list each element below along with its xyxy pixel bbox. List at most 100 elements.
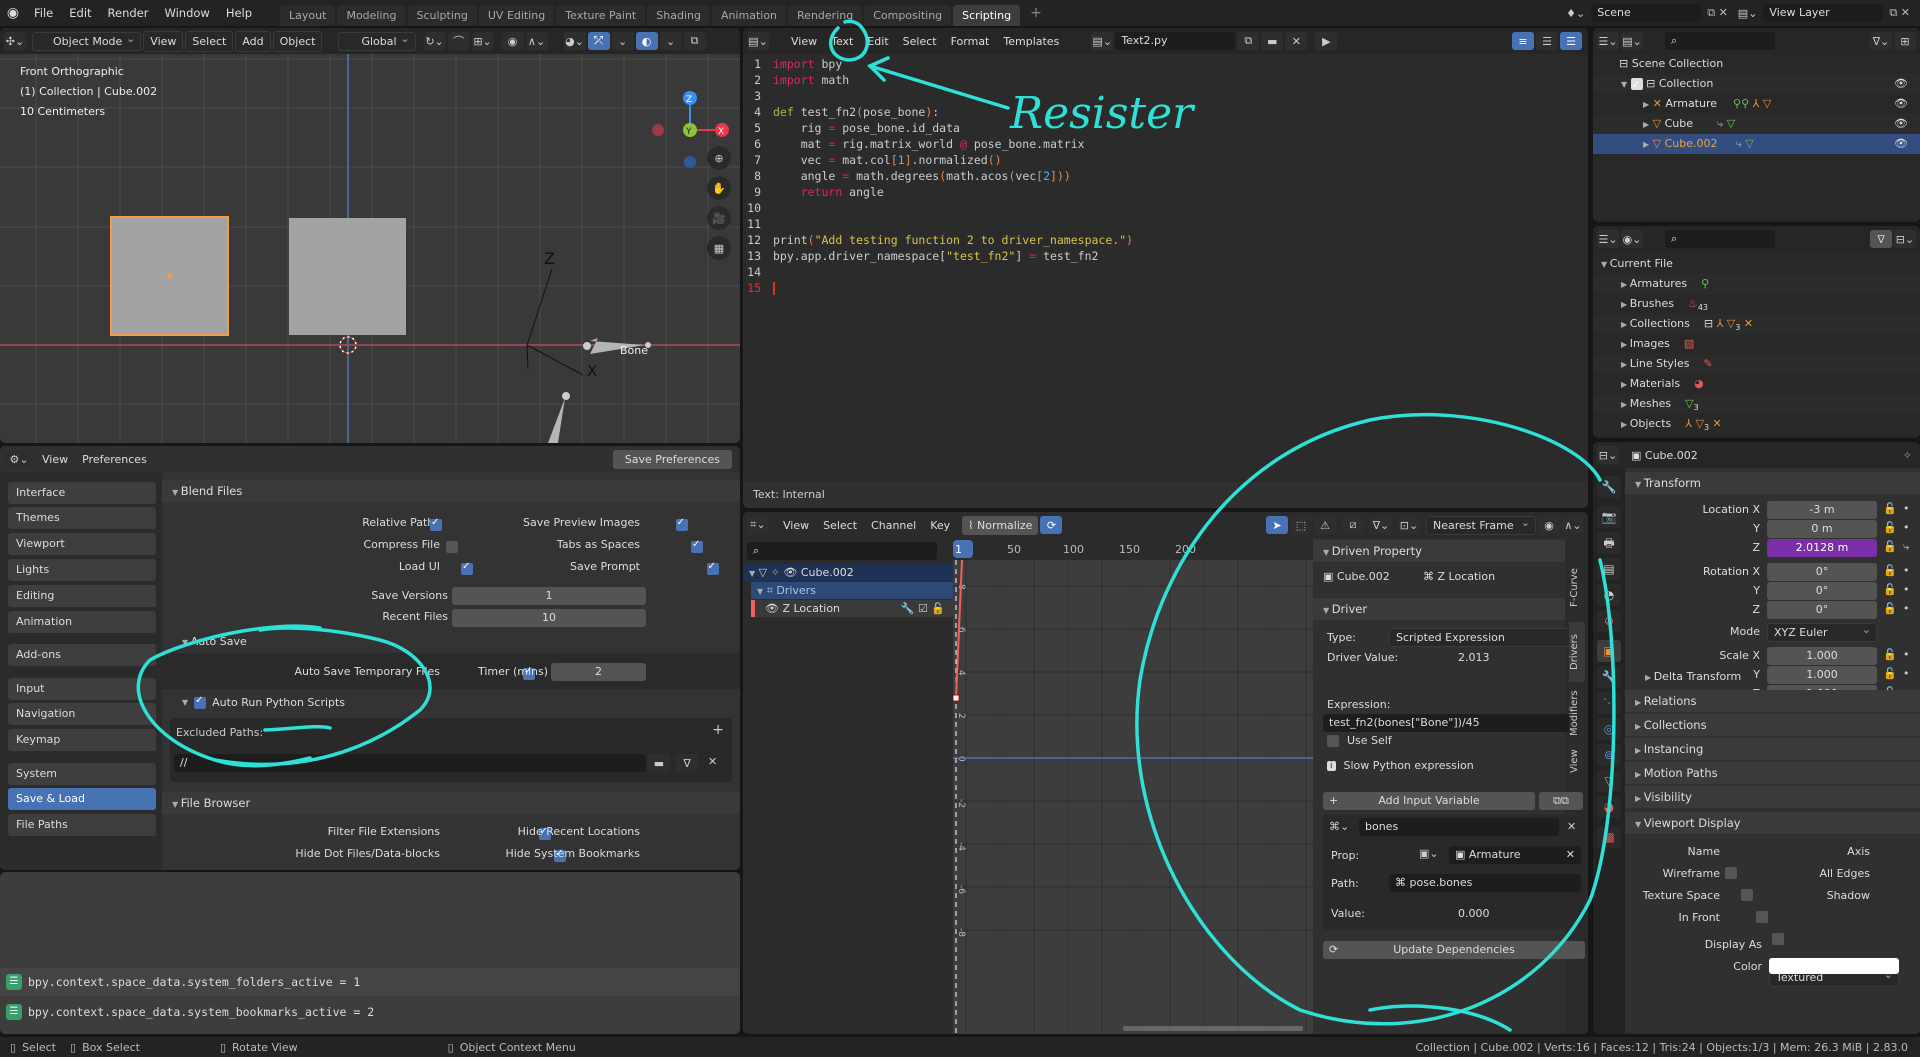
variable-type-icon[interactable]: ⌘⌄ — [1329, 820, 1349, 833]
sidebar-item-viewport[interactable]: Viewport — [8, 533, 156, 555]
keyframe-dot-icon[interactable]: • — [1903, 521, 1910, 534]
sidebar-item-file-paths[interactable]: File Paths — [8, 814, 156, 836]
code-line[interactable]: 13 bpy.app.driver_namespace["test_fn2"] =… — [743, 248, 1588, 264]
display-mode-icon[interactable]: ▤⌄ — [1621, 32, 1643, 50]
channel-fcurve-row[interactable]: 👁 Z Location 🔧 ☑ 🔓 — [751, 600, 953, 617]
auto-run-collapse-icon[interactable]: ▼ — [182, 698, 188, 707]
tab-shading[interactable]: Shading — [647, 5, 710, 26]
rotation-y-field[interactable]: 0° — [1767, 582, 1877, 600]
lock-icon[interactable]: 🔓 — [1883, 521, 1897, 534]
code-line[interactable]: 1 import bpy — [743, 56, 1588, 72]
remove-path-icon[interactable]: ✕ — [708, 755, 717, 768]
overlay-toggle-icon[interactable]: ◐ — [635, 32, 658, 50]
auto-normalize-icon[interactable]: ⟳ — [1040, 516, 1063, 534]
snap-icon[interactable]: ⌒ — [447, 32, 470, 50]
sidebar-item-interface[interactable]: Interface — [8, 482, 156, 504]
panel-motion-paths[interactable]: ▶ Motion Paths — [1625, 762, 1920, 784]
clear-target-icon[interactable]: ✕ — [1566, 846, 1575, 864]
display-mode-icon[interactable]: ◉⌄ — [1621, 230, 1643, 248]
sidebar-item-editing[interactable]: Editing — [8, 585, 156, 607]
blend-search-input[interactable]: ⌕ — [1665, 230, 1775, 248]
blend-item-armatures[interactable]: ▶ Armatures ⚲ — [1593, 274, 1920, 294]
location-x-field[interactable]: -3 m — [1767, 501, 1877, 519]
add-path-button[interactable]: + — [712, 722, 724, 738]
menu-select[interactable]: Select — [185, 30, 234, 52]
blend-item-images[interactable]: ▶ Images ▨ — [1593, 334, 1920, 354]
menu-view[interactable]: View — [36, 450, 74, 469]
lock-icon[interactable]: 🔓 — [1883, 540, 1897, 553]
blend-item-line-styles[interactable]: ▶ Line Styles ✎ — [1593, 354, 1920, 374]
keyframe-dot-icon[interactable]: • — [1903, 602, 1910, 615]
outliner-item-cube-002[interactable]: ▶ ▽ Cube.002 ⤷ ▽ 👁 — [1593, 134, 1920, 154]
line-numbers-toggle-icon[interactable]: ≡ — [1512, 32, 1534, 50]
lock-icon[interactable]: 🔓 — [1883, 648, 1897, 661]
keyframe-dot-icon[interactable]: • — [1903, 583, 1910, 596]
snap-target-icon[interactable]: ⊞⌄ — [471, 32, 494, 50]
code-line[interactable]: 9 return angle — [743, 184, 1588, 200]
scene-tab-icon[interactable]: ◔ — [1597, 584, 1621, 606]
tab-sculpting[interactable]: Sculpting — [407, 5, 477, 26]
output-tab-icon[interactable]: 🖶 — [1597, 532, 1621, 554]
mode-dropdown[interactable]: Object Mode — [32, 31, 142, 51]
sidebar-item-lights[interactable]: Lights — [8, 559, 156, 581]
overlay-dropdown-icon[interactable]: ⌄ — [659, 32, 682, 50]
collection-checkbox[interactable] — [1630, 76, 1643, 96]
filter-icon[interactable]: ∇ — [1870, 230, 1892, 248]
rotation-z-field[interactable]: 0° — [1767, 601, 1877, 619]
code-area[interactable]: 1 import bpy 2 import math 3 4 def test_fn2(po… — [743, 54, 1588, 482]
variable-name-input[interactable]: bones — [1359, 818, 1559, 836]
cube-object[interactable] — [289, 218, 406, 335]
new-view-layer-icon[interactable]: ⧉ ✕ — [1889, 6, 1910, 20]
tab-uv-editing[interactable]: UV Editing — [478, 5, 555, 26]
scene-selector[interactable]: Scene — [1591, 4, 1702, 22]
use-self-checkbox[interactable] — [1327, 734, 1339, 747]
delta-transform-subpanel[interactable]: ▶ Delta Transform — [1645, 670, 1741, 683]
scene-icon[interactable]: ♦⌄ — [1566, 7, 1585, 20]
visibility-icon[interactable]: ◕⌄ — [563, 32, 586, 50]
tabs-as-spaces-checkbox[interactable] — [691, 539, 703, 553]
keyframe-dot-icon[interactable]: • — [1903, 667, 1910, 680]
normalize-toggle[interactable]: ⌇ Normalize — [962, 515, 1039, 535]
path-input[interactable]: ⌘ pose.bones — [1389, 874, 1581, 892]
sidebar-item-animation[interactable]: Animation — [8, 611, 156, 633]
falloff-icon[interactable]: ∧⌄ — [1562, 516, 1584, 534]
menu-view[interactable]: View — [785, 32, 823, 51]
unlink-text-icon[interactable]: ✕ — [1285, 32, 1308, 50]
file-browser-panel-header[interactable]: ▼ File Browser — [162, 792, 740, 814]
side-tab-drivers[interactable]: Drivers — [1569, 622, 1585, 682]
update-dependencies-button[interactable]: ⟳ Update Dependencies — [1323, 941, 1585, 959]
code-line[interactable]: 4 def test_fn2(pose_bone): — [743, 104, 1588, 120]
tab-rendering[interactable]: Rendering — [788, 5, 863, 26]
code-line[interactable]: 15 — [743, 280, 1588, 296]
text-browse-icon[interactable]: ▤⌄ — [1091, 32, 1114, 50]
pivot-icon[interactable]: ⊡⌄ — [1398, 516, 1420, 534]
vd-in-front-checkbox[interactable] — [1771, 933, 1784, 945]
channel-object-row[interactable]: ▼ ▽ ✧ 👁 Cube.002 — [743, 564, 953, 581]
driver-panel-header[interactable]: ▼ Driver — [1313, 598, 1565, 620]
menu-format[interactable]: Format — [945, 32, 996, 51]
scale-x-field[interactable]: 1.000 — [1767, 647, 1877, 665]
menu-object[interactable]: Object — [272, 30, 323, 52]
add-workspace-button[interactable]: + — [1022, 5, 1050, 21]
texture-tab-icon[interactable]: ▩ — [1597, 826, 1621, 848]
keyframe-dot-icon[interactable]: • — [1903, 502, 1910, 515]
panel-instancing[interactable]: ▶ Instancing — [1625, 738, 1920, 760]
settings-gear-icon[interactable]: ⚙⌄ — [4, 450, 34, 468]
auto-view-icon[interactable]: ⧄ — [1342, 516, 1364, 534]
tab-texture-paint[interactable]: Texture Paint — [556, 5, 646, 26]
gizmo-toggle-icon[interactable]: ⤱ — [587, 32, 610, 50]
menu-help[interactable]: Help — [218, 6, 260, 20]
outliner-scene-collection[interactable]: ⊟ Scene Collection — [1593, 54, 1920, 74]
scale-y-field[interactable]: 1.000 — [1767, 666, 1877, 684]
editor-type-icon[interactable]: ✣⌄ — [4, 32, 26, 50]
menu-file[interactable]: File — [26, 6, 61, 20]
particles-tab-icon[interactable]: ⋱ — [1597, 692, 1621, 714]
constraints-tab-icon[interactable]: ⊚ — [1597, 744, 1621, 766]
channel-group-row[interactable]: ▼ ⌗ Drivers — [751, 582, 953, 599]
eye-icon[interactable]: 👁 — [1894, 134, 1908, 154]
tab-animation[interactable]: Animation — [711, 5, 787, 26]
new-collection-icon[interactable]: ⊞ — [1894, 32, 1916, 50]
word-wrap-toggle-icon[interactable]: ☰ — [1536, 32, 1558, 50]
code-line[interactable]: 14 — [743, 264, 1588, 280]
new-scene-icon[interactable]: ⧉ ✕ — [1707, 6, 1728, 20]
